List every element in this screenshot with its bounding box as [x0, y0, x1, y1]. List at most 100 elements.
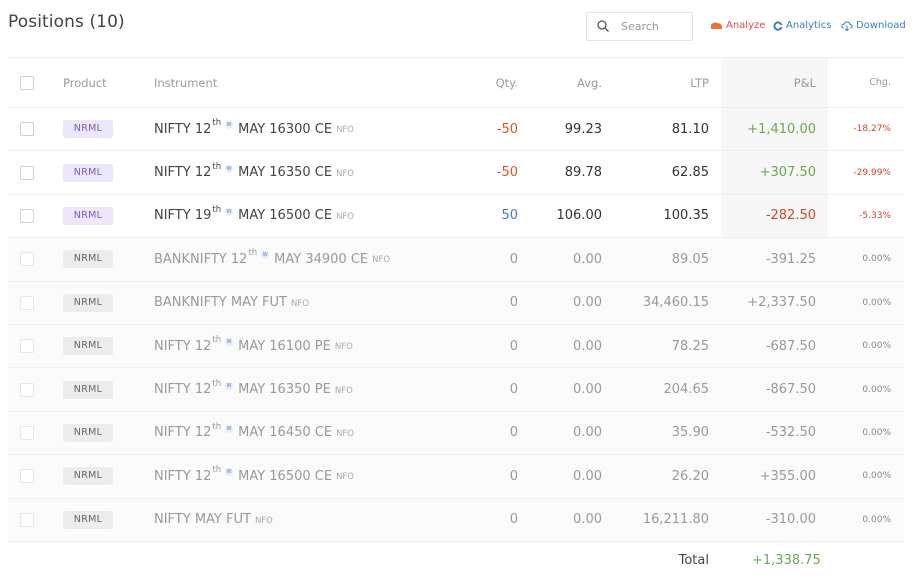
col-header-pnl[interactable]: P&L — [721, 58, 816, 107]
col-header-product[interactable]: Product — [63, 58, 107, 107]
exchange-label: NFO — [254, 515, 273, 526]
row-checkbox[interactable] — [20, 295, 34, 310]
instrument-cell[interactable]: BANKNIFTY 12th W MAY 34900 CE NFO — [154, 238, 390, 280]
table-row[interactable]: NRML NIFTY MAY FUT NFO 0 0.00 16,211.80 -310.0… — [8, 498, 904, 542]
exchange-label: NFO — [336, 211, 355, 222]
col-header-ltp[interactable]: LTP — [608, 58, 709, 107]
product-badge: NRML — [63, 293, 113, 312]
instrument-cell[interactable]: NIFTY MAY FUT NFO — [154, 499, 273, 541]
qty-cell: 0 — [509, 382, 518, 398]
row-checkbox[interactable] — [20, 512, 34, 527]
search-input[interactable] — [621, 18, 689, 35]
chg-cell: 0.00% — [862, 514, 891, 525]
analyze-icon — [711, 22, 722, 29]
table-row[interactable]: NRML NIFTY 12th W MAY 16350 CE NFO -50 89.78 62… — [8, 151, 904, 195]
exchange-label: NFO — [336, 472, 355, 483]
col-header-instrument[interactable]: Instrument — [154, 58, 217, 107]
row-select-cell[interactable] — [20, 325, 36, 367]
instrument-name: NIFTY 12 — [154, 121, 212, 137]
select-all-checkbox[interactable] — [20, 75, 34, 90]
instrument-cell[interactable]: NIFTY 12th W MAY 16100 PE NFO — [154, 325, 353, 367]
instrument-name: NIFTY 12 — [154, 382, 212, 398]
analyze-button[interactable]: Analyze — [710, 20, 765, 31]
exchange-label: NFO — [336, 428, 355, 439]
col-header-chg[interactable]: Chg. — [828, 58, 891, 107]
row-checkbox[interactable] — [20, 469, 34, 484]
row-select-cell[interactable] — [20, 238, 36, 280]
instrument-cell[interactable]: BANKNIFTY MAY FUT NFO — [154, 282, 309, 324]
instrument-name: BANKNIFTY 12 — [154, 251, 248, 267]
ltp-cell: 34,460.15 — [642, 295, 709, 311]
product-cell: NRML — [63, 282, 113, 324]
row-select-cell[interactable] — [20, 108, 36, 150]
table-row[interactable]: NRML NIFTY 12th W MAY 16350 PE NFO 0 0.00 204.6… — [8, 368, 904, 412]
table-row[interactable]: NRML NIFTY 12th W MAY 16300 CE NFO -50 99.23 81… — [8, 108, 904, 152]
avg-cell: 99.23 — [564, 121, 602, 137]
page-title: Positions (10) — [8, 12, 125, 32]
row-checkbox[interactable] — [20, 208, 34, 223]
table-row[interactable]: NRML NIFTY 19th W MAY 16500 CE NFO 50 106.00 10… — [8, 194, 904, 239]
row-checkbox[interactable] — [20, 252, 34, 267]
instrument-contract: MAY 16350 CE — [238, 165, 333, 181]
weekly-expiry-icon: W — [261, 251, 270, 260]
row-select-cell[interactable] — [20, 368, 36, 410]
qty-cell: 0 — [509, 251, 518, 267]
row-checkbox[interactable] — [20, 425, 34, 440]
analytics-button[interactable]: Analytics — [773, 20, 831, 31]
pnl-cell: -282.50 — [765, 208, 816, 224]
instrument-cell[interactable]: NIFTY 12th W MAY 16350 PE NFO — [154, 368, 353, 410]
row-checkbox[interactable] — [20, 165, 34, 180]
row-checkbox[interactable] — [20, 122, 34, 137]
positions-table: Product Instrument Qty. Avg. LTP P&L Chg… — [8, 57, 904, 542]
download-button[interactable]: Download — [841, 20, 906, 31]
pnl-cell: +1,410.00 — [747, 121, 816, 137]
instrument-contract: MAY 16300 CE — [238, 121, 333, 137]
table-body: NRML NIFTY 12th W MAY 16300 CE NFO -50 99.23 81… — [8, 108, 904, 542]
expiry-day-suffix: th — [212, 204, 222, 215]
instrument-name: NIFTY 12 — [154, 468, 212, 484]
weekly-expiry-icon: W — [225, 207, 234, 216]
positions-header: Positions (10) Analyze Analytics Downloa… — [0, 0, 915, 56]
instrument-cell[interactable]: NIFTY 12th W MAY 16350 CE NFO — [154, 151, 354, 193]
row-select-cell[interactable] — [20, 412, 36, 454]
table-row[interactable]: NRML NIFTY 12th W MAY 16500 CE NFO 0 0.00 26.20… — [8, 455, 904, 499]
table-row[interactable]: NRML NIFTY 12th W MAY 16100 PE NFO 0 0.00 78.25… — [8, 324, 904, 369]
ltp-cell: 16,211.80 — [642, 512, 709, 528]
exchange-label: NFO — [372, 255, 391, 266]
product-badge: NRML — [63, 250, 113, 269]
avg-cell: 0.00 — [573, 251, 602, 267]
search-box[interactable] — [586, 12, 693, 41]
instrument-cell[interactable]: NIFTY 12th W MAY 16300 CE NFO — [154, 108, 354, 150]
row-select-cell[interactable] — [20, 151, 36, 193]
ltp-cell: 89.05 — [671, 251, 709, 267]
qty-cell: 50 — [501, 208, 518, 224]
table-row[interactable]: NRML NIFTY 12th W MAY 16450 CE NFO 0 0.00 35.90… — [8, 411, 904, 456]
analyze-label: Analyze — [726, 20, 766, 31]
instrument-contract: MAY 16500 CE — [238, 208, 333, 224]
product-cell: NRML — [63, 195, 113, 237]
col-header-qty[interactable]: Qty. — [478, 58, 518, 107]
row-select-cell[interactable] — [20, 282, 36, 324]
ltp-cell: 204.65 — [663, 382, 710, 398]
table-row[interactable]: NRML BANKNIFTY MAY FUT NFO 0 0.00 34,460.15 +2… — [8, 281, 904, 325]
instrument-cell[interactable]: NIFTY 19th W MAY 16500 CE NFO — [154, 195, 354, 237]
product-cell: NRML — [63, 455, 113, 497]
instrument-cell[interactable]: NIFTY 12th W MAY 16450 CE NFO — [154, 412, 354, 454]
select-all-cell[interactable] — [20, 58, 36, 107]
product-badge: NRML — [63, 206, 113, 225]
row-select-cell[interactable] — [20, 499, 36, 541]
row-checkbox[interactable] — [20, 339, 34, 354]
chg-cell: 0.00% — [862, 341, 891, 352]
instrument-cell[interactable]: NIFTY 12th W MAY 16500 CE NFO — [154, 455, 354, 497]
row-checkbox[interactable] — [20, 382, 34, 397]
exchange-label: NFO — [291, 298, 309, 309]
instrument-name: NIFTY MAY FUT — [154, 512, 251, 528]
row-select-cell[interactable] — [20, 455, 36, 497]
row-select-cell[interactable] — [20, 195, 36, 237]
instrument-name: BANKNIFTY MAY FUT — [154, 295, 287, 311]
col-header-avg[interactable]: Avg. — [528, 58, 602, 107]
instrument-contract: MAY 16450 CE — [238, 425, 333, 441]
weekly-expiry-icon: W — [225, 424, 234, 433]
table-row[interactable]: NRML BANKNIFTY 12th W MAY 34900 CE NFO 0 0.00 8… — [8, 238, 904, 282]
instrument-name: NIFTY 12 — [154, 425, 212, 441]
